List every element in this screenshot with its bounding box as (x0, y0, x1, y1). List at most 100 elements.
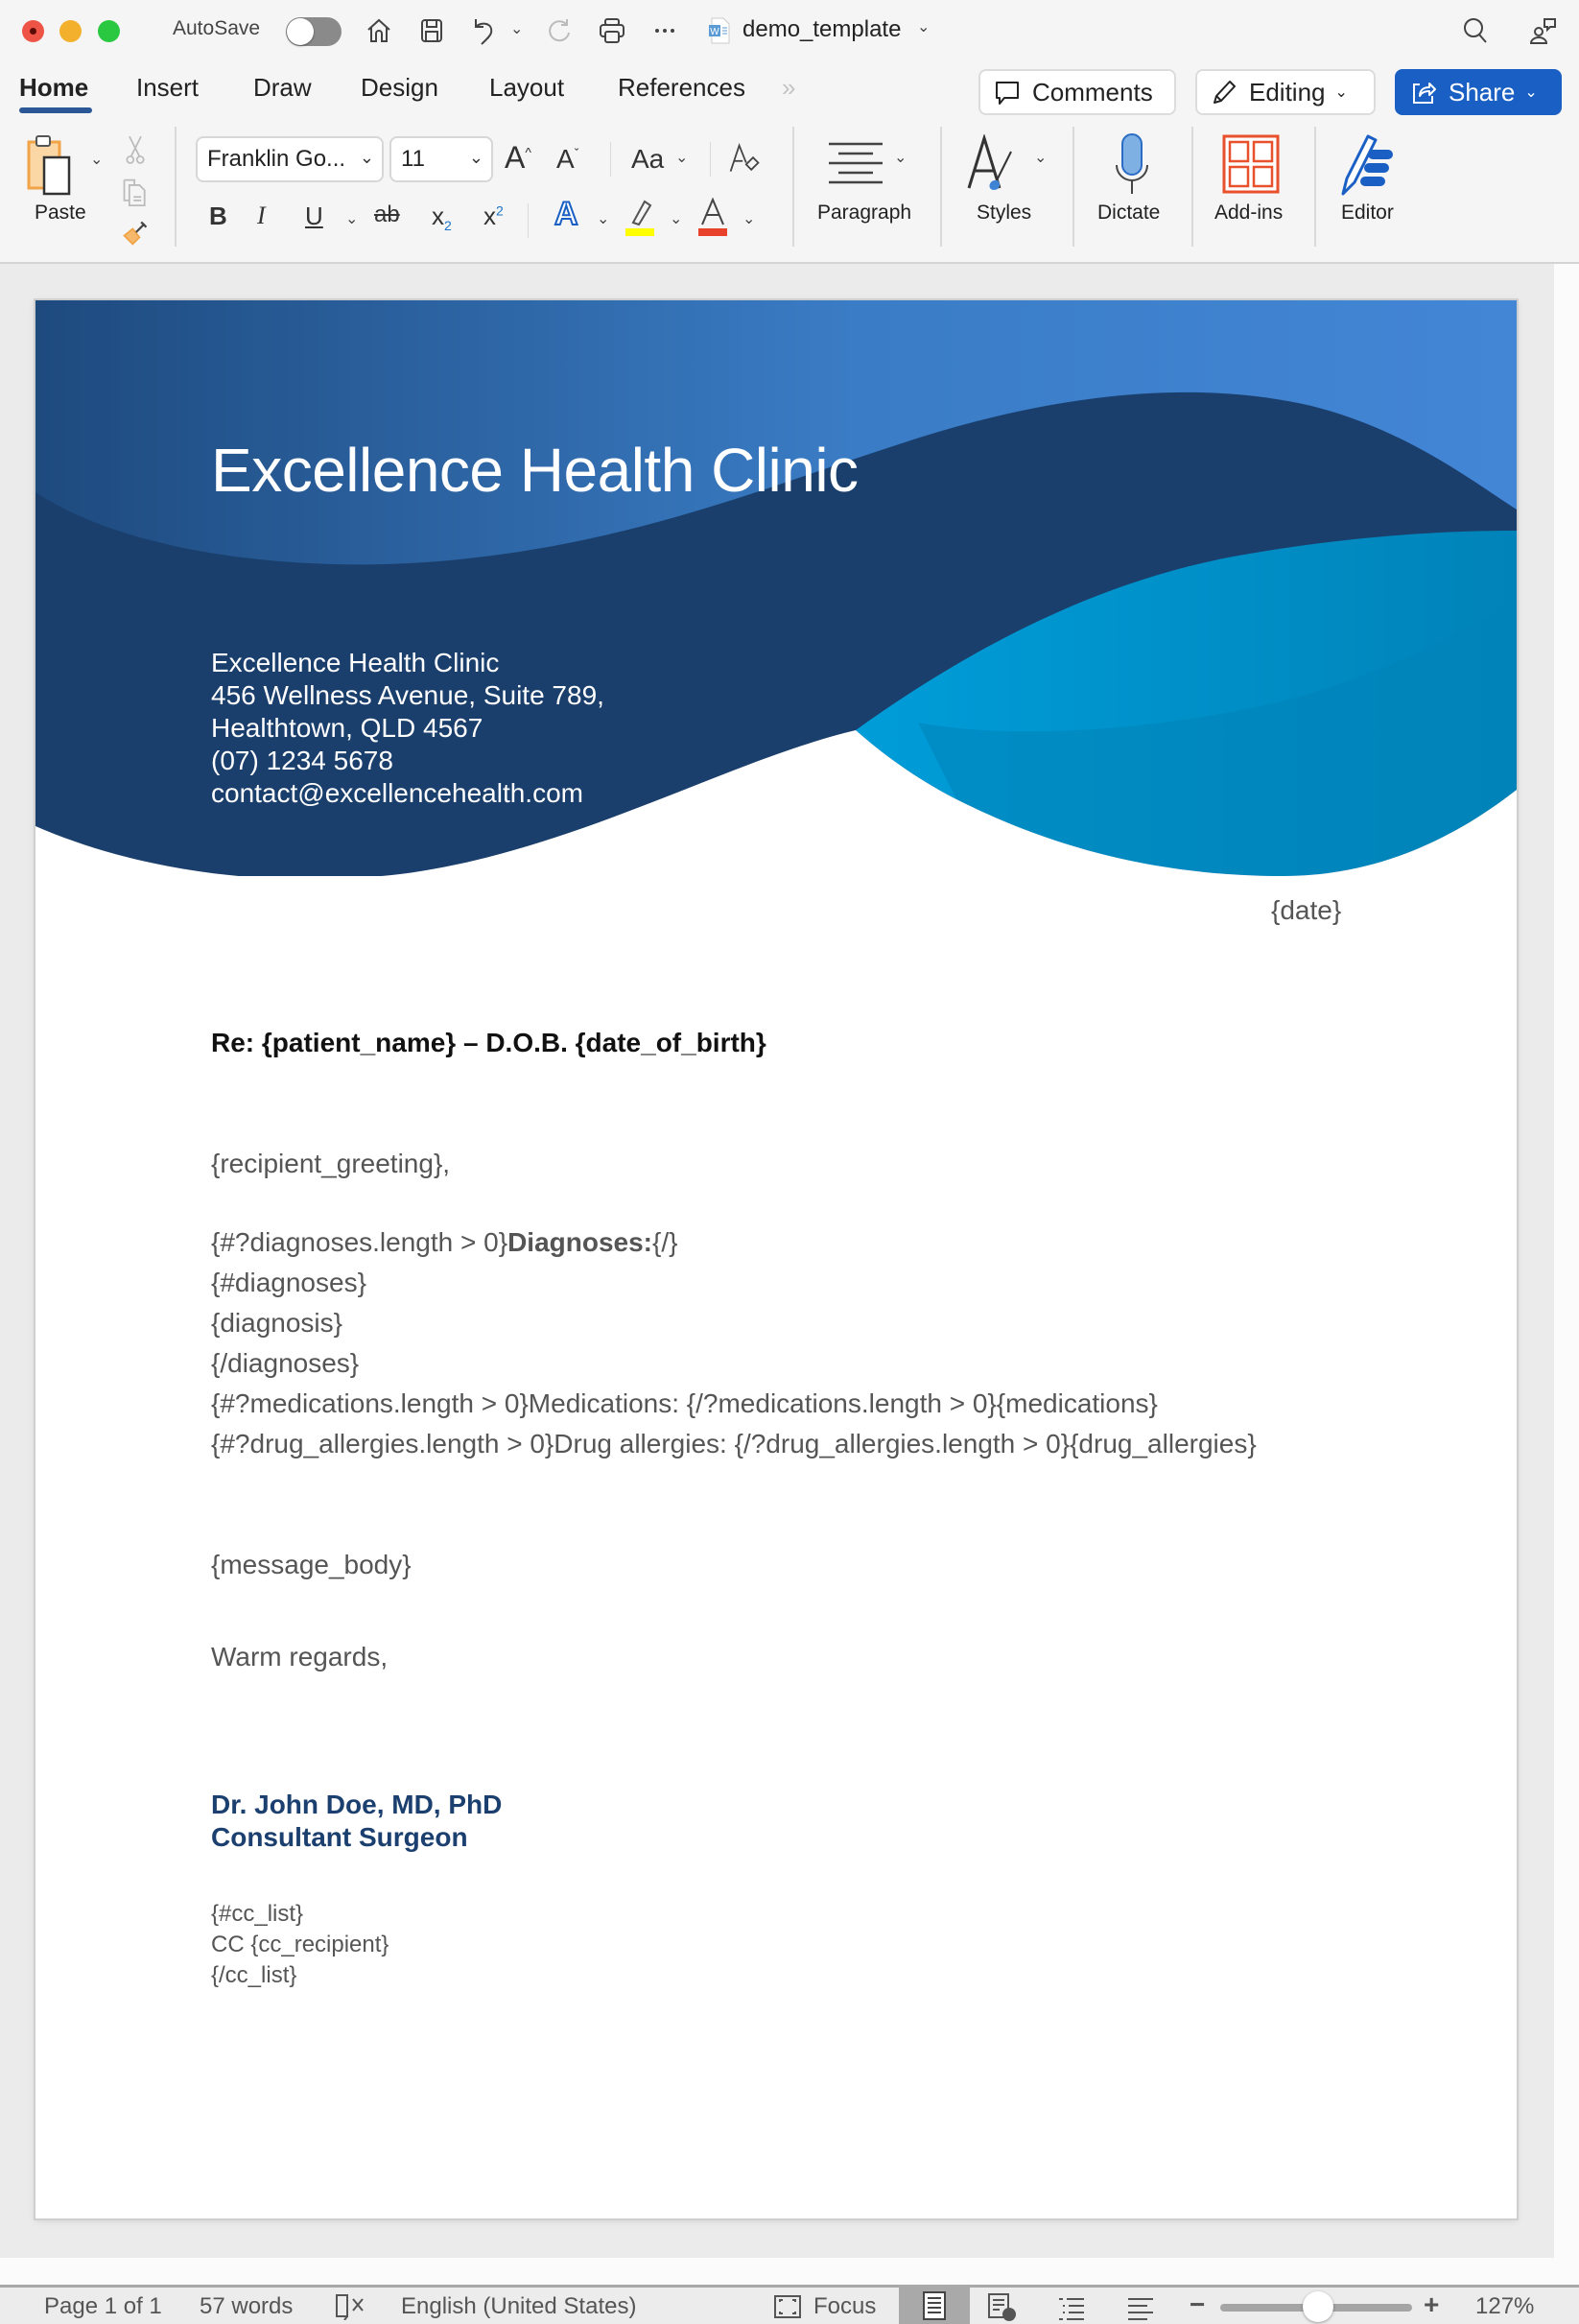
font-color-chevron-icon[interactable]: ⌄ (742, 209, 755, 228)
autosave-toggle[interactable] (286, 17, 342, 46)
font-name-dropdown[interactable]: Franklin Go... ⌄ (196, 136, 384, 182)
undo-dropdown-chevron-icon[interactable]: ⌄ (510, 19, 523, 38)
add-ins-button[interactable] (1222, 134, 1280, 194)
document-name-chevron-icon[interactable]: ⌄ (917, 17, 930, 36)
template-line[interactable]: {#diagnoses} (211, 1268, 366, 1298)
cc-line[interactable]: {#cc_list} (211, 1901, 303, 1928)
template-line[interactable]: {#?medications.length > 0}Medications: {… (211, 1388, 1158, 1419)
zoom-slider-handle[interactable] (1303, 2291, 1333, 2322)
document-name[interactable]: demo_template (742, 16, 901, 43)
editor-button[interactable] (1339, 132, 1401, 196)
print-icon[interactable] (595, 13, 629, 48)
vertical-scrollbar[interactable] (1554, 264, 1579, 2285)
template-line[interactable]: {/diagnoses} (211, 1348, 359, 1379)
maximize-window-button[interactable] (98, 20, 120, 42)
undo-icon[interactable] (466, 13, 501, 48)
strikethrough-button[interactable]: ab (374, 202, 400, 228)
message-body-placeholder[interactable]: {message_body} (211, 1550, 412, 1580)
diagnoses-condition-line[interactable]: {#?diagnoses.length > 0}Diagnoses:{/} (211, 1227, 677, 1258)
close-window-button[interactable] (22, 20, 44, 42)
diagnoses-condition-suffix: {/} (652, 1227, 678, 1257)
document-page[interactable]: Excellence Health Clinic Excellence Heal… (35, 300, 1517, 2218)
change-case-chevron-icon[interactable]: ⌄ (675, 148, 688, 167)
zoom-out-button[interactable]: − (1190, 2289, 1205, 2320)
text-effects-chevron-icon[interactable]: ⌄ (597, 209, 609, 228)
zoom-level[interactable]: 127% (1475, 2293, 1534, 2320)
tab-references[interactable]: References (618, 73, 745, 103)
home-icon[interactable] (362, 13, 396, 48)
clear-formatting-icon[interactable] (725, 140, 764, 178)
address-line[interactable]: Healthtown, QLD 4567 (211, 713, 483, 744)
comments-button[interactable]: Comments (978, 69, 1176, 115)
print-layout-view-button[interactable] (899, 2285, 970, 2324)
copy-icon[interactable] (119, 175, 152, 209)
tab-design[interactable]: Design (361, 73, 438, 103)
tab-draw[interactable]: Draw (253, 73, 312, 103)
closing-line[interactable]: Warm regards, (211, 1642, 388, 1672)
tab-layout[interactable]: Layout (489, 73, 564, 103)
paragraph-button[interactable] (827, 140, 884, 184)
date-placeholder[interactable]: {date} (1271, 895, 1341, 926)
font-size-dropdown[interactable]: 11 ⌄ (389, 136, 493, 182)
cc-line[interactable]: {/cc_list} (211, 1962, 296, 1989)
share-button[interactable]: Share ⌄ (1395, 69, 1562, 115)
minimize-window-button[interactable] (59, 20, 82, 42)
template-line[interactable]: {#?drug_allergies.length > 0}Drug allerg… (211, 1429, 1257, 1459)
signature-title[interactable]: Consultant Surgeon (211, 1822, 468, 1853)
editing-mode-button[interactable]: Editing ⌄ (1195, 69, 1376, 115)
focus-mode-label[interactable]: Focus (813, 2293, 876, 2320)
dictate-button[interactable] (1109, 132, 1155, 196)
tab-insert[interactable]: Insert (136, 73, 199, 103)
chevron-down-icon: ⌄ (1334, 84, 1348, 101)
underline-chevron-icon[interactable]: ⌄ (345, 209, 358, 228)
paragraph-chevron-icon[interactable]: ⌄ (894, 148, 907, 167)
address-line[interactable]: 456 Wellness Avenue, Suite 789, (211, 680, 604, 711)
tab-home[interactable]: Home (19, 73, 88, 103)
italic-button[interactable]: I (257, 202, 266, 230)
shrink-font-icon[interactable]: Aˇ (556, 144, 578, 175)
language-indicator[interactable]: English (United States) (401, 2293, 636, 2320)
format-painter-icon[interactable] (119, 215, 152, 249)
editing-label: Editing (1249, 77, 1326, 107)
bold-button[interactable]: B (209, 202, 227, 231)
cc-line[interactable]: CC {cc_recipient} (211, 1932, 389, 1958)
share-people-icon[interactable] (1525, 13, 1560, 48)
address-line[interactable]: contact@excellencehealth.com (211, 778, 583, 809)
grow-font-icon[interactable]: A^ (505, 140, 531, 176)
focus-icon[interactable] (773, 2294, 802, 2324)
superscript-button[interactable]: x2 (483, 202, 504, 231)
paste-button[interactable] (25, 134, 82, 198)
signature-name[interactable]: Dr. John Doe, MD, PhD (211, 1790, 502, 1820)
ribbon-separator (610, 142, 611, 177)
save-icon[interactable] (414, 13, 449, 48)
outline-view-icon[interactable] (1055, 2291, 1088, 2324)
more-tabs-chevron-icon[interactable]: » (782, 73, 795, 103)
page-count[interactable]: Page 1 of 1 (44, 2293, 162, 2320)
proofing-icon[interactable] (334, 2291, 366, 2324)
search-icon[interactable] (1458, 13, 1493, 48)
underline-button[interactable]: U (305, 202, 323, 231)
address-line[interactable]: (07) 1234 5678 (211, 746, 393, 776)
highlight-color-button[interactable] (624, 198, 656, 236)
subscript-button[interactable]: x2 (432, 202, 452, 233)
re-line[interactable]: Re: {patient_name} – D.O.B. {date_of_bir… (211, 1028, 766, 1058)
text-effects-icon[interactable]: A (554, 195, 579, 233)
address-line[interactable]: Excellence Health Clinic (211, 648, 499, 678)
template-line[interactable]: {diagnosis} (211, 1308, 342, 1339)
font-color-button[interactable] (696, 198, 729, 236)
greeting-line[interactable]: {recipient_greeting}, (211, 1149, 450, 1179)
word-count[interactable]: 57 words (200, 2293, 293, 2320)
more-options-icon[interactable] (648, 13, 682, 48)
draft-view-icon[interactable] (1124, 2291, 1157, 2324)
clinic-title[interactable]: Excellence Health Clinic (211, 435, 859, 506)
paste-options-chevron-icon[interactable]: ⌄ (90, 150, 103, 169)
styles-button[interactable] (965, 134, 1019, 194)
change-case-button[interactable]: Aa (631, 144, 664, 175)
styles-chevron-icon[interactable]: ⌄ (1034, 148, 1047, 167)
cut-icon[interactable] (121, 132, 150, 167)
web-layout-icon[interactable] (986, 2291, 1019, 2324)
add-ins-label: Add-ins (1214, 202, 1284, 224)
highlight-chevron-icon[interactable]: ⌄ (670, 209, 682, 228)
zoom-in-button[interactable]: + (1424, 2289, 1439, 2320)
paste-label: Paste (35, 202, 86, 224)
